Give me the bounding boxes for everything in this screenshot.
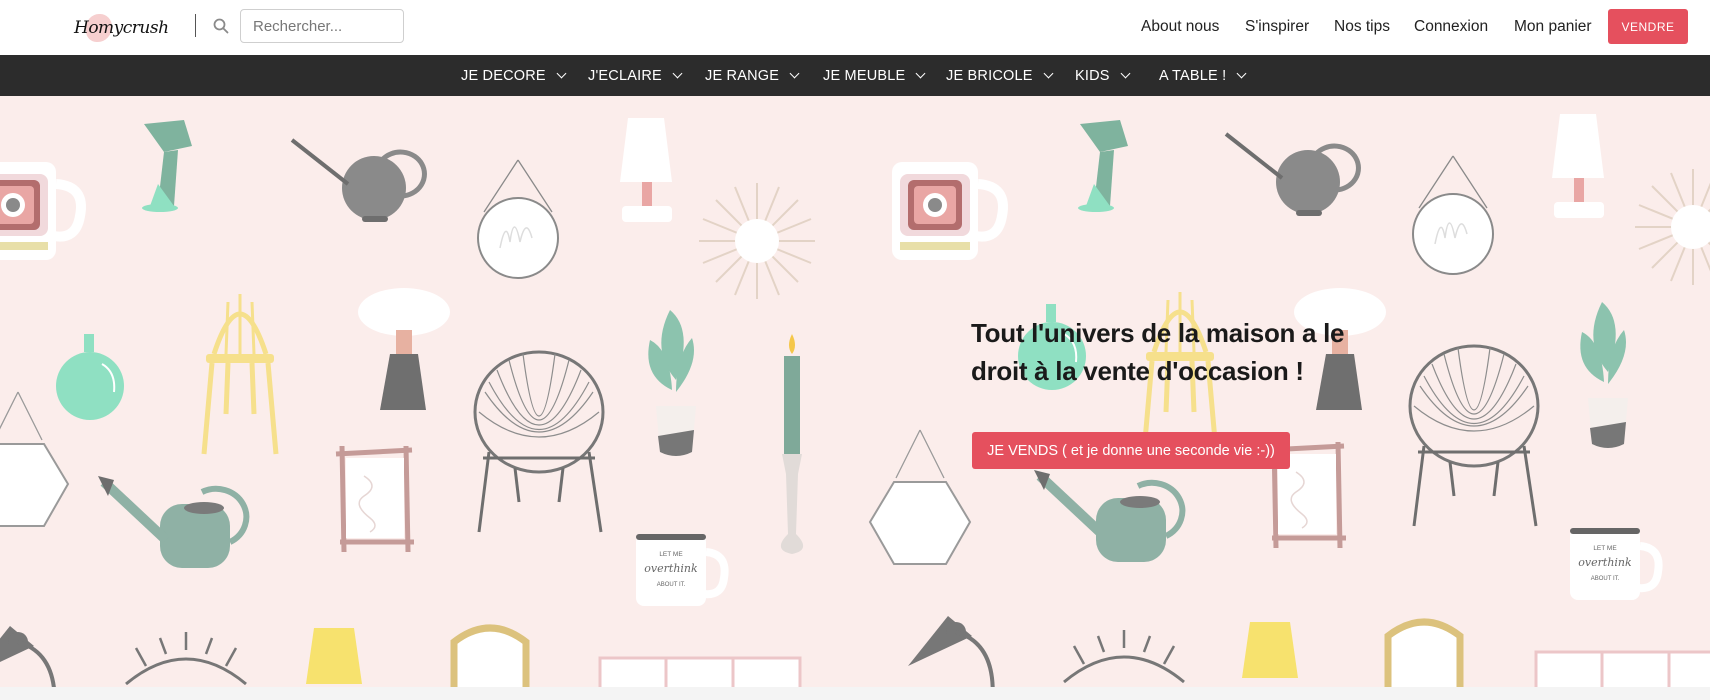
site-logo[interactable]: Homycrush [70, 8, 169, 48]
nav-link-tips[interactable]: Nos tips [1334, 18, 1390, 40]
header-divider [195, 14, 196, 37]
site-header: Homycrush About nous S'inspirer Nos tips… [0, 0, 1710, 55]
nav-link-login[interactable]: Connexion [1414, 18, 1488, 40]
category-range[interactable]: JE RANGE [705, 55, 800, 96]
category-kids[interactable]: KIDS [1075, 55, 1131, 96]
category-bricole[interactable]: JE BRICOLE [946, 55, 1054, 96]
chevron-down-icon [789, 68, 800, 79]
hero-bottom-strip [0, 687, 1710, 700]
nav-link-inspire[interactable]: S'inspirer [1245, 18, 1309, 40]
search-input[interactable] [240, 9, 404, 43]
category-meuble[interactable]: JE MEUBLE [823, 55, 926, 96]
search-icon[interactable] [212, 17, 230, 35]
hero-banner: LET ME overthink ABOUT IT. Tout l'univer… [0, 96, 1710, 687]
category-label: A TABLE ! [1159, 67, 1227, 84]
category-label: KIDS [1075, 67, 1110, 84]
chevron-down-icon [556, 68, 567, 79]
sell-cta-button[interactable]: JE VENDS ( et je donne une seconde vie :… [972, 432, 1290, 469]
logo-text: Homycrush [74, 18, 169, 38]
sell-button[interactable]: VENDRE [1608, 9, 1688, 44]
nav-link-cart[interactable]: Mon panier [1514, 18, 1592, 40]
category-label: JE MEUBLE [823, 67, 906, 84]
category-eclaire[interactable]: J'ECLAIRE [588, 55, 683, 96]
hero-illustration-pattern: LET ME overthink ABOUT IT. [0, 114, 1710, 687]
category-label: JE DECORE [461, 67, 546, 84]
chevron-down-icon [1043, 68, 1054, 79]
chevron-down-icon [1236, 68, 1247, 79]
category-label: J'ECLAIRE [588, 67, 662, 84]
category-label: JE BRICOLE [946, 67, 1033, 84]
chevron-down-icon [915, 68, 926, 79]
chevron-down-icon [672, 68, 683, 79]
nav-link-about[interactable]: About nous [1141, 18, 1219, 40]
chevron-down-icon [1120, 68, 1131, 79]
category-label: JE RANGE [705, 67, 780, 84]
hero-title: Tout l'univers de la maison a le droit à… [971, 318, 1345, 386]
category-decore[interactable]: JE DECORE [461, 55, 567, 96]
category-menu: JE DECORE J'ECLAIRE JE RANGE JE MEUBLE J… [0, 55, 1710, 96]
category-table[interactable]: A TABLE ! [1159, 55, 1247, 96]
